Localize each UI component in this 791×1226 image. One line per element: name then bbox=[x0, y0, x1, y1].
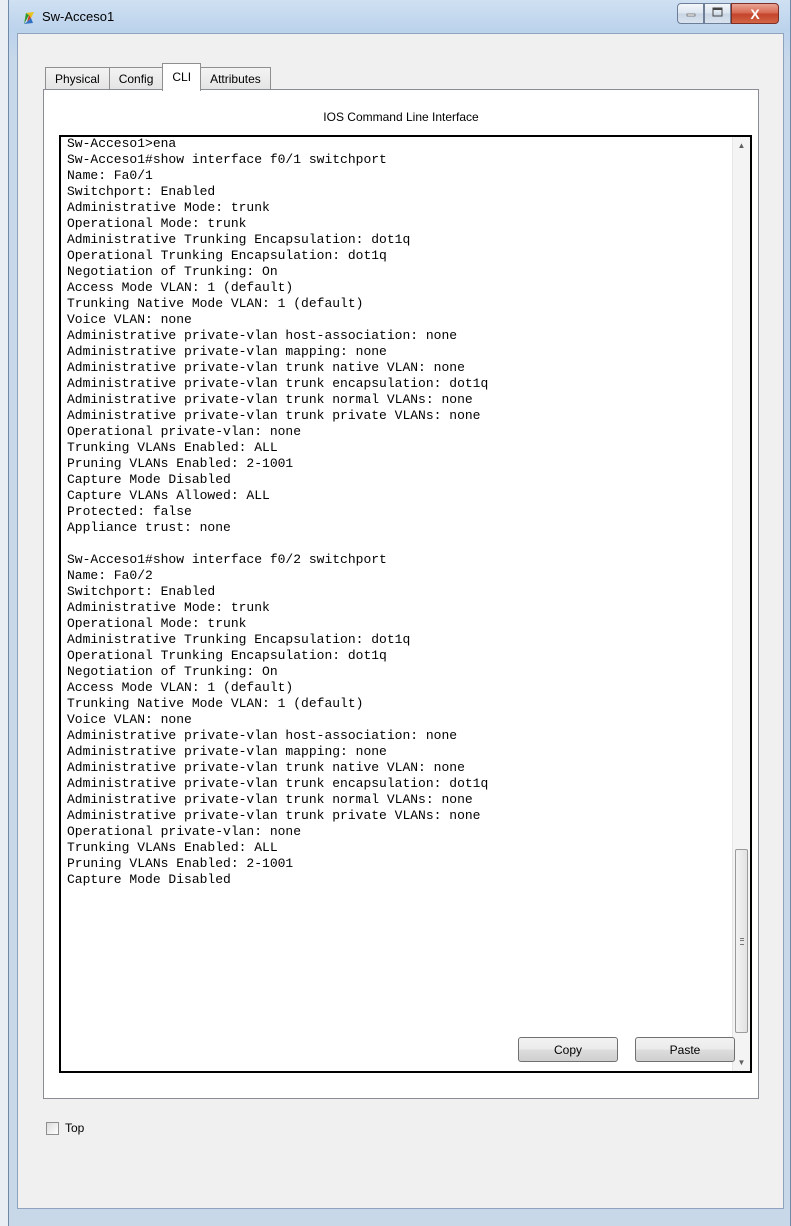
caption-buttons: X bbox=[677, 3, 779, 25]
grip-icon bbox=[740, 938, 744, 945]
app-window: Sw-Acceso1 X Physical Config CLI Attribu… bbox=[8, 0, 791, 1226]
cli-heading: IOS Command Line Interface bbox=[323, 110, 479, 124]
cli-tab-panel: IOS Command Line Interface Sw-Acceso1>en… bbox=[43, 89, 759, 1099]
cli-terminal[interactable]: Sw-Acceso1>ena Sw-Acceso1#show interface… bbox=[59, 135, 752, 1073]
copy-button[interactable]: Copy bbox=[518, 1037, 618, 1062]
maximize-icon bbox=[712, 7, 723, 20]
close-button[interactable]: X bbox=[731, 3, 779, 24]
tab-attributes[interactable]: Attributes bbox=[200, 67, 271, 91]
terminal-scrollbar[interactable]: ▲ ▼ bbox=[732, 137, 750, 1071]
scrollbar-thumb[interactable] bbox=[735, 849, 748, 1033]
maximize-button[interactable] bbox=[704, 3, 731, 24]
scroll-up-arrow-icon[interactable]: ▲ bbox=[733, 137, 750, 154]
tab-cli[interactable]: CLI bbox=[162, 63, 202, 91]
paste-button[interactable]: Paste bbox=[635, 1037, 735, 1062]
packet-tracer-icon bbox=[21, 10, 37, 26]
top-checkbox-row[interactable]: Top bbox=[46, 1121, 84, 1135]
minimize-icon bbox=[686, 7, 696, 20]
tab-bar: Physical Config CLI Attributes bbox=[45, 63, 271, 91]
tab-physical[interactable]: Physical bbox=[45, 67, 110, 91]
top-checkbox-label: Top bbox=[65, 1121, 85, 1135]
cli-output[interactable]: Sw-Acceso1>ena Sw-Acceso1#show interface… bbox=[67, 137, 488, 888]
top-checkbox[interactable] bbox=[46, 1121, 59, 1135]
window-title: Sw-Acceso1 bbox=[42, 9, 115, 24]
tab-config[interactable]: Config bbox=[108, 67, 164, 91]
minimize-button[interactable] bbox=[677, 3, 704, 24]
close-icon: X bbox=[750, 5, 760, 22]
window-client-area: Physical Config CLI Attributes IOS Comma… bbox=[17, 33, 784, 1209]
scroll-down-arrow-icon[interactable]: ▼ bbox=[733, 1054, 750, 1071]
title-bar[interactable]: Sw-Acceso1 X bbox=[9, 0, 790, 34]
